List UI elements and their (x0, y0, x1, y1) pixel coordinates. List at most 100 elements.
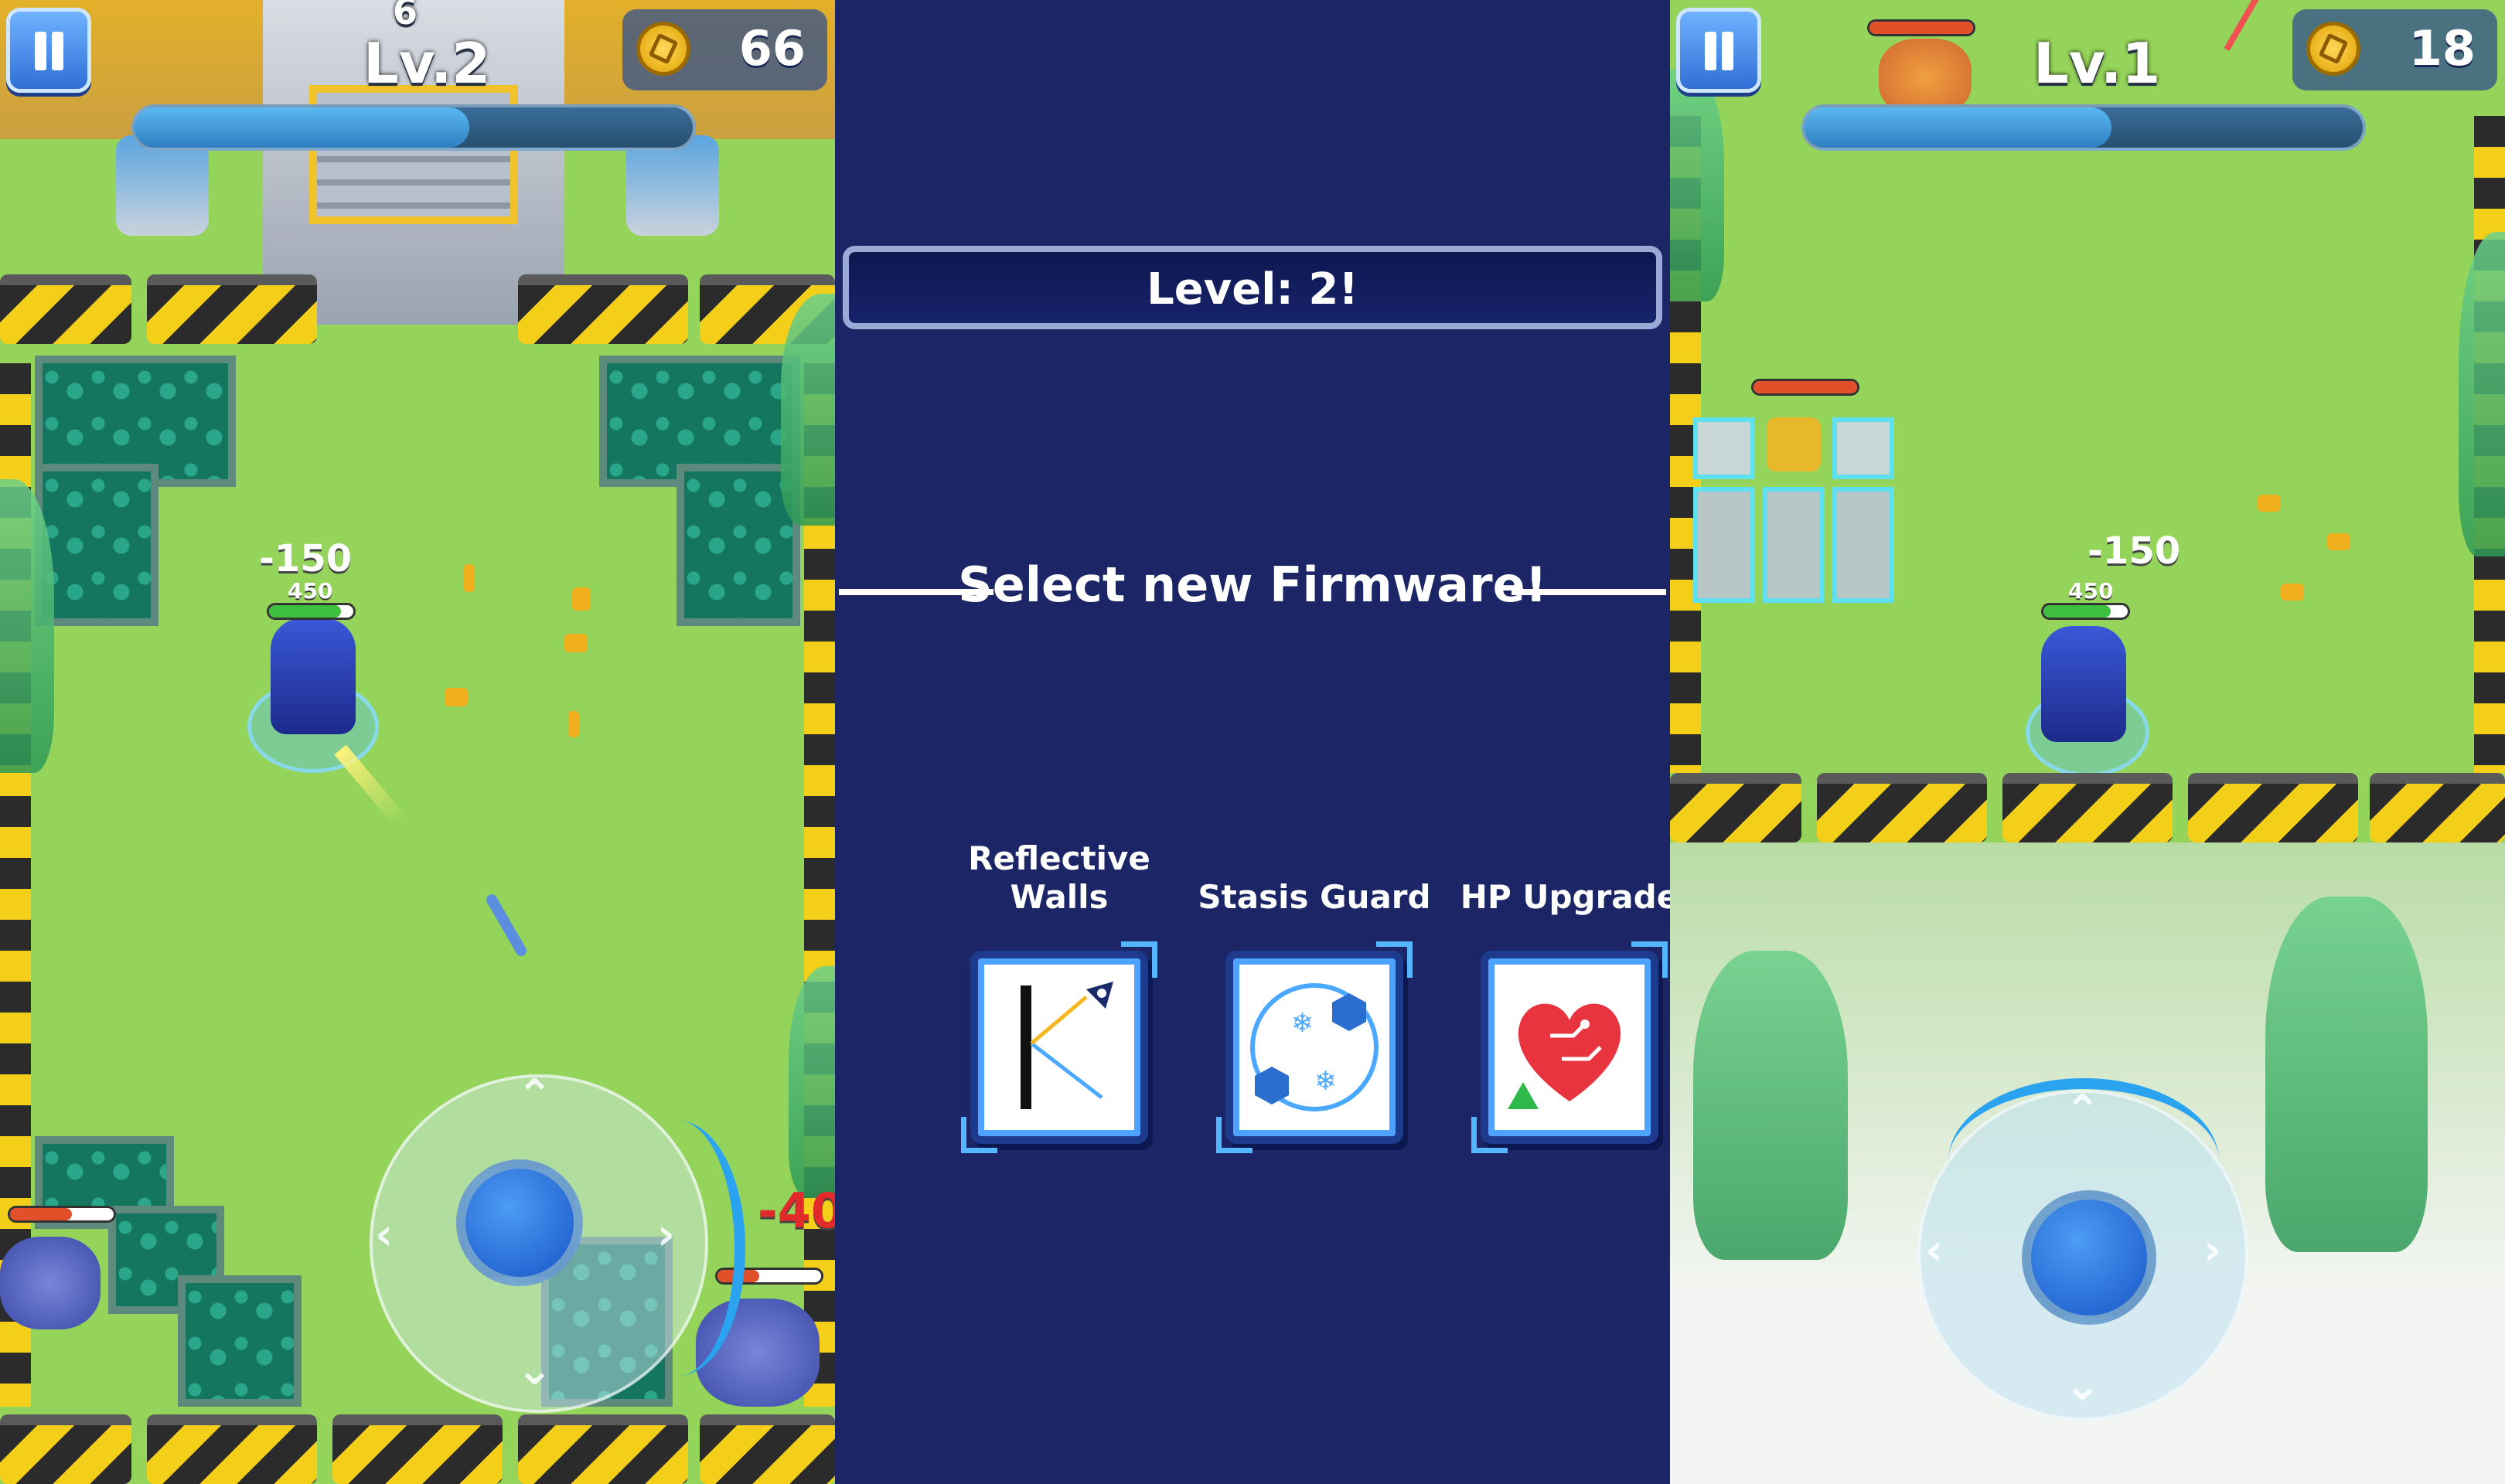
coin-count: 18 (2408, 20, 2476, 77)
enemy-laser (2224, 0, 2292, 51)
hazard-barrier (0, 274, 131, 344)
pause-icon (52, 32, 63, 70)
hazard-barrier (518, 274, 688, 344)
player-robot (2041, 626, 2126, 742)
bush (2459, 232, 2505, 556)
bush (781, 294, 835, 526)
joystick-arc (611, 1121, 745, 1376)
hazard-barrier (2188, 773, 2358, 842)
coin-drop (464, 564, 475, 592)
stasis-guard-icon: ❄ ❄ (1250, 983, 1379, 1111)
joystick-left-icon: ‹ (1925, 1225, 1944, 1275)
damage-number: -150 (259, 537, 353, 580)
xp-fill (135, 107, 470, 148)
svg-text:❄: ❄ (1314, 1066, 1337, 1097)
coin-drop (564, 634, 588, 652)
joystick-down-icon: ⌄ (516, 1345, 553, 1395)
joystick-left-icon: ‹ (375, 1210, 394, 1260)
firmware-option-label: HP Upgrade (1460, 878, 1670, 916)
joystick-right-icon: › (2203, 1225, 2222, 1275)
player-robot (271, 618, 356, 734)
coin-drop (568, 711, 579, 737)
projectile (484, 892, 529, 958)
coin-icon (636, 22, 690, 76)
crystal-tree (2265, 897, 2428, 1252)
bush (1670, 70, 1724, 301)
firmware-selection-overlay: Level: 2! Select new Firmware! Reflectiv… (835, 0, 1670, 1484)
coin-drop (572, 587, 591, 611)
enemy-hp-bar (1751, 379, 1859, 396)
level-label: Lv.2 (363, 31, 491, 96)
stone-block (1832, 417, 1894, 479)
svg-text:❄: ❄ (1291, 1008, 1314, 1039)
joystick-arc (1948, 1078, 2219, 1244)
hazard-barrier (2002, 773, 2173, 842)
firmware-option-label: Reflective Walls (968, 839, 1150, 916)
hazard-barrier (700, 1414, 835, 1484)
level-top-number: 6 (393, 0, 418, 32)
hazard-barrier (332, 1414, 503, 1484)
level-banner: Level: 2! (843, 246, 1662, 329)
hazard-barrier (147, 1414, 317, 1484)
stone-block (1763, 487, 1825, 603)
hazard-barrier (0, 1414, 131, 1484)
stone-block (1693, 417, 1755, 479)
select-firmware-heading: Select new Firmware! (958, 556, 1547, 613)
hp-value: 450 (288, 578, 333, 604)
coin-drop (445, 688, 468, 706)
turret-enemy (1767, 417, 1821, 471)
coin-icon (2306, 22, 2360, 76)
hp-fill (1869, 22, 1973, 34)
xp-fill (1805, 107, 2112, 148)
level-banner-text: Level: 2! (1147, 264, 1358, 315)
enemy-robot (0, 1237, 101, 1329)
hp-fill (2043, 605, 2111, 618)
enemy-hp-bar (8, 1206, 116, 1223)
firmware-option-stasis-guard[interactable]: ❄ ❄ (1216, 941, 1413, 1153)
coin-drop (2258, 495, 2281, 512)
crystal-tree (1693, 951, 1848, 1260)
stone-block (1693, 487, 1755, 603)
hazard-barrier (518, 1414, 688, 1484)
pause-icon (35, 32, 46, 70)
coin-counter: 18 (2292, 9, 2497, 90)
joystick-knob[interactable] (456, 1159, 583, 1286)
coin-counter: 66 (622, 9, 827, 90)
reflective-walls-icon (1021, 982, 1113, 1109)
hazard-barrier (147, 274, 317, 344)
firmware-option-hp-upgrade[interactable] (1471, 941, 1668, 1153)
hazard-barrier (1817, 773, 1987, 842)
pause-button[interactable] (6, 8, 91, 93)
hazard-barrier (1670, 773, 1801, 842)
firmware-option-label: Stasis Guard (1198, 878, 1431, 916)
coin-drop (2281, 584, 2304, 601)
player-hp-bar (267, 603, 356, 620)
pause-icon (1705, 32, 1716, 70)
game-view-left: -150 450 -40 ⌃ ⌄ ‹ › 6 Lv.2 66 (0, 0, 835, 1484)
hp-upgrade-icon (1508, 1003, 1621, 1109)
firmware-option-reflective-walls[interactable] (961, 941, 1157, 1153)
coin-drop (2327, 533, 2350, 550)
hp-fill (10, 1208, 73, 1220)
hp-value: 450 (2068, 578, 2114, 604)
level-label: Lv.1 (2033, 31, 2161, 96)
enemy-hp-bar (1867, 19, 1975, 36)
hp-fill (1754, 381, 1857, 393)
water-pool (178, 1275, 302, 1407)
stone-block (1832, 487, 1894, 603)
pause-button[interactable] (1676, 8, 1761, 93)
hp-fill (269, 605, 341, 618)
coin-count: 66 (738, 20, 806, 77)
muzzle-flash (334, 744, 406, 826)
game-view-right: -150 450 ⌃ ⌄ ‹ › Lv.1 18 (1670, 0, 2505, 1484)
xp-bar (131, 104, 696, 151)
pause-icon (1722, 32, 1733, 70)
player-hp-bar (2041, 603, 2130, 620)
xp-bar (1801, 104, 2366, 151)
enemy-damage-number: -40 (758, 1183, 835, 1239)
joystick-down-icon: ⌄ (2064, 1360, 2101, 1411)
bush (789, 966, 835, 1198)
damage-number: -150 (2088, 529, 2181, 573)
hazard-barrier (2370, 773, 2505, 842)
joystick-up-icon: ⌃ (516, 1070, 553, 1121)
